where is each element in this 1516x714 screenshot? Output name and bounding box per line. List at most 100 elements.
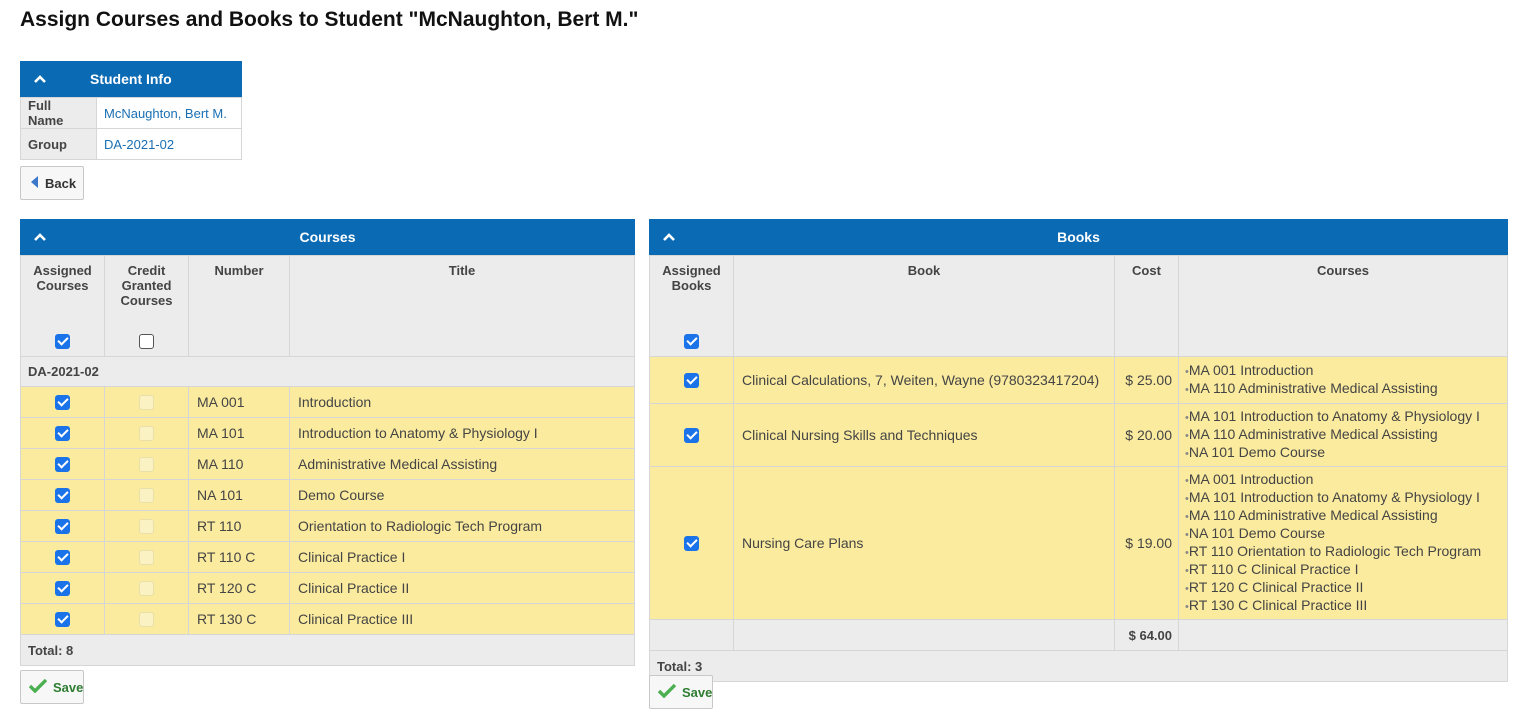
assigned-book-checkbox[interactable] [684,373,699,389]
course-row: RT 110 Orientation to Radiologic Tech Pro… [20,510,635,542]
assigned-course-checkbox[interactable] [55,395,70,411]
book-course-item: MA 110 Administrative Medical Assisting [1185,380,1501,398]
books-table: Assigned Books Book Cost Courses Clinica… [649,255,1508,682]
credit-granted-checkbox [139,612,154,628]
student-info-title: Student Info [90,71,172,87]
book-courses-list: MA 101 Introduction to Anatomy & Physiol… [1185,408,1501,462]
book-course-item: MA 001 Introduction [1185,362,1501,380]
book-title: Clinical Calculations, 7, Weiten, Wayne … [733,356,1115,404]
course-number: RT 130 C [188,603,290,635]
book-courses-list: MA 001 IntroductionMA 101 Introduction t… [1185,471,1501,615]
credit-granted-checkbox [139,488,154,504]
course-title: Introduction [289,386,635,418]
col-title: Title [289,255,635,357]
col-number: Number [188,255,290,357]
book-course-item: NA 101 Demo Course [1185,444,1501,462]
assigned-course-checkbox[interactable] [55,426,70,442]
courses-title: Courses [299,229,356,245]
book-title: Clinical Nursing Skills and Techniques [733,403,1115,467]
course-number: MA 110 [188,448,290,480]
col-cost: Cost [1114,255,1179,357]
courses-total: Total: 8 [20,634,635,666]
course-row: RT 120 C Clinical Practice II [20,572,635,604]
books-save-button[interactable]: Save [649,675,713,709]
course-title: Introduction to Anatomy & Physiology I [289,417,635,449]
assigned-course-checkbox[interactable] [55,488,70,504]
group-row-label: DA-2021-02 [20,356,635,387]
books-header[interactable]: Books [649,219,1508,255]
back-button[interactable]: Back [20,166,84,200]
col-book: Book [733,255,1115,357]
courses-header[interactable]: Courses [20,219,635,255]
select-all-books-checkbox[interactable] [684,334,699,349]
credit-granted-checkbox [139,457,154,473]
book-course-item: MA 101 Introduction to Anatomy & Physiol… [1185,489,1501,507]
course-title: Clinical Practice I [289,541,635,573]
books-panel: Books Assigned Books Book Cost Courses C… [649,219,1508,682]
collapse-chevron-icon[interactable] [30,219,50,255]
course-row: RT 110 C Clinical Practice I [20,541,635,573]
book-course-item: MA 110 Administrative Medical Assisting [1185,507,1501,525]
assigned-course-checkbox[interactable] [55,581,70,597]
book-courses-list: MA 001 IntroductionMA 110 Administrative… [1185,362,1501,398]
course-row: MA 110 Administrative Medical Assisting [20,448,635,480]
checkmark-icon [657,683,677,701]
book-course-item: MA 001 Introduction [1185,471,1501,489]
checkmark-icon [28,678,48,696]
credit-granted-checkbox [139,395,154,411]
course-title: Administrative Medical Assisting [289,448,635,480]
select-all-credit-checkbox[interactable] [139,334,154,349]
book-course-item: RT 120 C Clinical Practice II [1185,579,1501,597]
collapse-chevron-icon[interactable] [30,61,50,97]
collapse-chevron-icon[interactable] [659,219,679,255]
course-number: NA 101 [188,479,290,511]
courses-panel: Courses Assigned Courses Credit Granted … [20,219,635,666]
book-course-item: RT 110 Orientation to Radiologic Tech Pr… [1185,543,1501,561]
full-name-value[interactable]: McNaughton, Bert M. [96,97,242,129]
student-info-header[interactable]: Student Info [20,61,242,97]
save-label: Save [53,679,84,695]
assigned-book-checkbox[interactable] [684,536,699,552]
course-row: MA 101 Introduction to Anatomy & Physiolo… [20,417,635,449]
books-title: Books [1057,229,1100,245]
course-row: NA 101 Demo Course [20,479,635,511]
credit-granted-checkbox [139,581,154,597]
course-number: RT 110 C [188,541,290,573]
book-cost: $ 20.00 [1114,403,1179,467]
book-cost: $ 25.00 [1114,356,1179,404]
assigned-course-checkbox[interactable] [55,457,70,473]
group-label: Group [20,128,97,160]
course-title: Clinical Practice III [289,603,635,635]
book-course-item: RT 130 C Clinical Practice III [1185,597,1501,615]
col-courses: Courses [1178,255,1508,357]
page-title: Assign Courses and Books to Student "McN… [20,8,639,31]
course-title: Demo Course [289,479,635,511]
book-course-item: NA 101 Demo Course [1185,525,1501,543]
books-total: Total: 3 [649,650,1508,682]
course-row: MA 001 Introduction [20,386,635,418]
course-row: RT 130 C Clinical Practice III [20,603,635,635]
credit-granted-checkbox [139,426,154,442]
credit-granted-checkbox [139,519,154,535]
books-cost-total: $ 64.00 [1114,619,1179,651]
credit-granted-checkbox [139,550,154,566]
courses-save-button[interactable]: Save [20,670,84,704]
assigned-book-checkbox[interactable] [684,428,699,444]
book-course-item: RT 110 C Clinical Practice I [1185,561,1501,579]
book-row: Clinical Calculations, 7, Weiten, Wayne … [649,356,1508,404]
select-all-assigned-checkbox[interactable] [55,334,70,349]
student-info-panel: Student Info Full Name McNaughton, Bert … [20,61,242,160]
assigned-course-checkbox[interactable] [55,519,70,535]
back-button-label: Back [45,175,77,191]
course-number: RT 120 C [188,572,290,604]
assigned-course-checkbox[interactable] [55,612,70,628]
course-number: MA 101 [188,417,290,449]
book-row: Clinical Nursing Skills and Techniques $ … [649,403,1508,467]
full-name-label: Full Name [20,97,97,129]
course-title: Orientation to Radiologic Tech Program [289,510,635,542]
col-assigned-books: Assigned Books [649,255,734,357]
book-cost: $ 19.00 [1114,466,1179,620]
group-value[interactable]: DA-2021-02 [96,128,242,160]
assigned-course-checkbox[interactable] [55,550,70,566]
back-arrow-icon [29,175,39,192]
